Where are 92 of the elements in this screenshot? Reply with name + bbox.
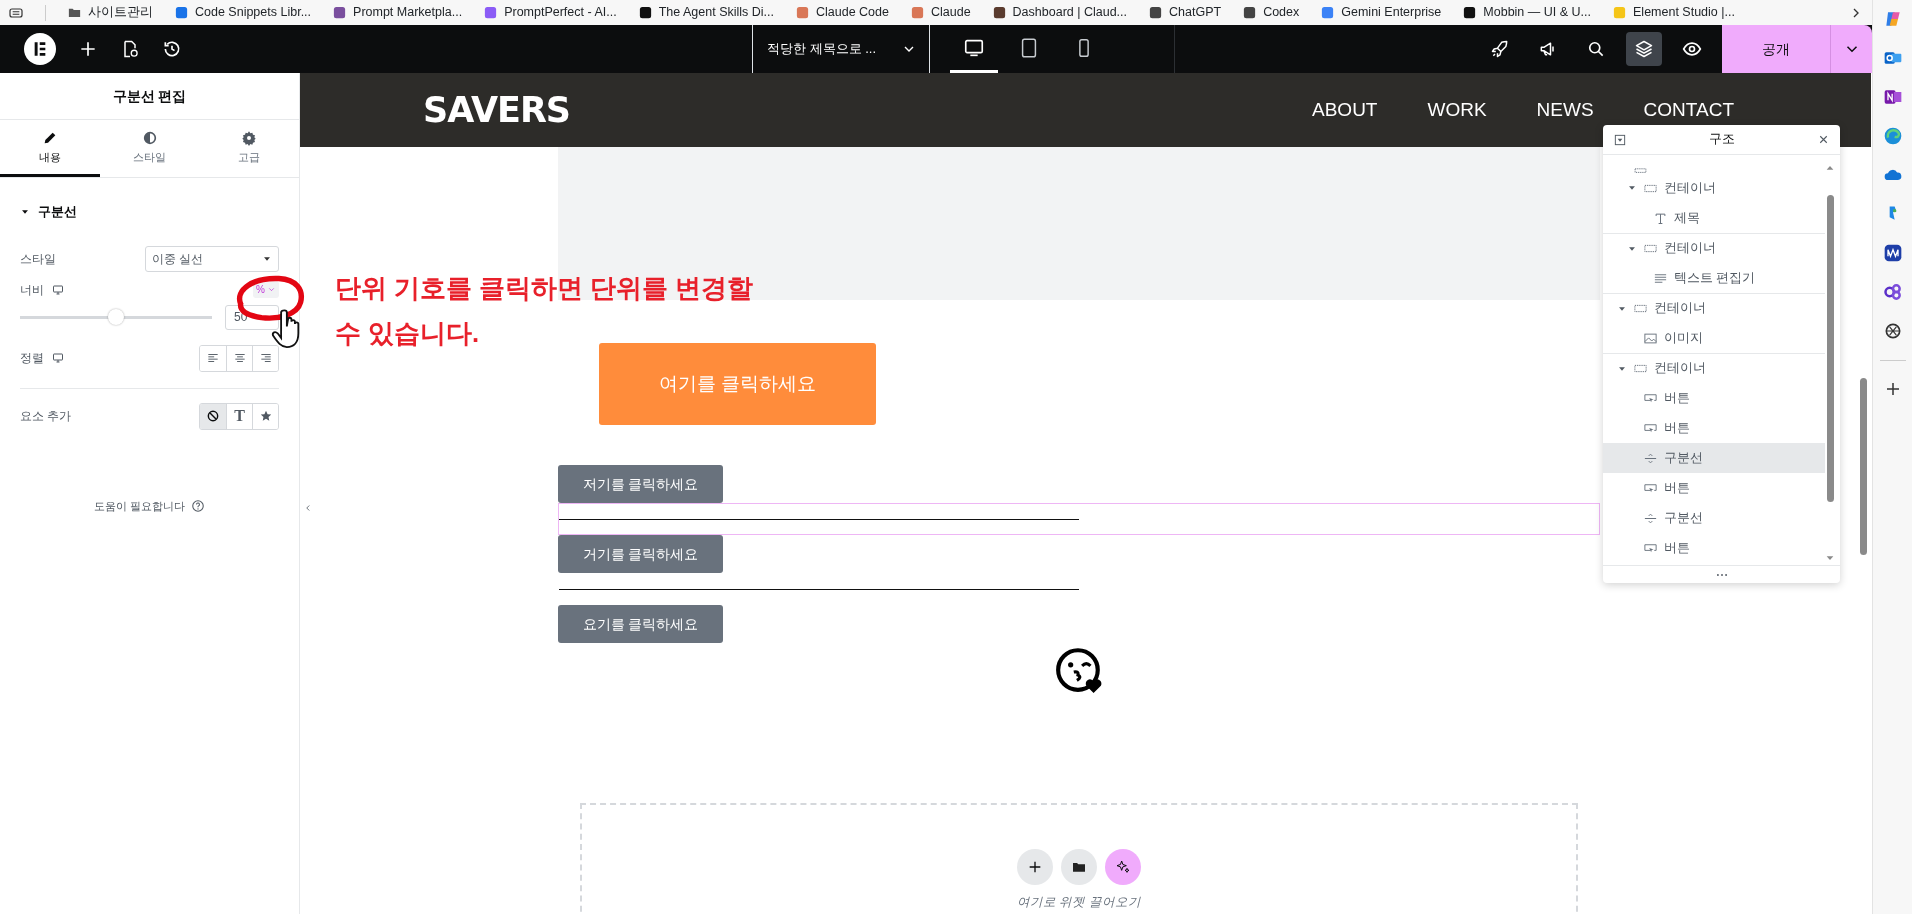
panel-tab[interactable]: 고급 [199,120,299,177]
slider-thumb[interactable] [108,309,124,325]
star-icon [258,409,273,423]
align-right-icon [258,351,273,365]
container-icon [1633,167,1648,173]
half-circle-icon [141,130,158,147]
nav-link[interactable]: NEWS [1536,95,1594,125]
scrollbar[interactable] [1860,378,1867,555]
template-folder-button[interactable] [1061,849,1097,885]
layer-item[interactable]: 버튼 [1603,533,1825,563]
scrollbar[interactable] [1827,195,1834,502]
style-select[interactable]: 이중 실선 [145,245,279,272]
wave-app-icon[interactable] [1882,243,1903,263]
nav-link[interactable]: CONTACT [1643,95,1734,125]
field-label: 요소 추가 [20,408,72,425]
page-button[interactable]: 저기를 클릭하세요 [558,465,723,503]
layer-item[interactable]: 컨테이너 [1603,293,1825,323]
scroll-down-icon[interactable] [1825,553,1835,563]
bookmark[interactable]: Prompt Marketpla... [332,3,463,22]
layers-icon [1634,39,1654,59]
bookmark[interactable]: PromptPerfect - AI... [483,3,617,22]
layer-item[interactable]: 컨테이너 [1603,233,1825,263]
bookmark[interactable]: Gemini Enterprise [1320,3,1442,22]
section-header[interactable]: 구분선 [20,202,279,222]
collapse-icon[interactable] [1613,132,1627,147]
page-button[interactable]: 요기를 클릭하세요 [558,605,723,643]
browser-app-icon[interactable] [1882,126,1903,146]
layer-item[interactable]: 컨테이너 [1603,173,1825,203]
monitor-icon[interactable] [52,283,64,296]
logo-icon[interactable] [24,33,56,65]
add-button[interactable] [1017,849,1053,885]
image-icon [1643,330,1658,346]
layer-item[interactable]: 구분선 [1603,443,1825,473]
layer-item[interactable]: 구분선 [1603,503,1825,533]
layer-item[interactable]: 텍스트 편집기 [1603,263,1825,293]
search-icon [1586,39,1606,59]
monitor-icon[interactable] [52,352,64,364]
nav-link[interactable]: WORK [1427,95,1487,125]
align-button[interactable] [252,345,278,371]
ai-button[interactable] [1105,849,1141,885]
field-label: 너비 [20,281,44,299]
help-icon[interactable] [191,498,206,513]
settings-icon [241,130,258,147]
layer-item[interactable]: 제목 [1603,203,1825,233]
plus-icon [1027,859,1043,875]
ban-icon [206,409,220,423]
align-center-icon [232,351,247,365]
heading-icon [1653,210,1668,226]
add-icon[interactable] [78,39,98,59]
panel-tab[interactable]: 스타일 [99,120,200,177]
align-left-icon [206,351,220,365]
panel-tab[interactable]: 내용 [0,120,100,177]
nav-link[interactable]: ABOUT [1312,95,1378,125]
toolbar-button[interactable] [1626,32,1662,66]
kissing-face-icon [1054,645,1104,695]
rocket-icon [1490,39,1510,59]
scroll-up-icon[interactable] [1825,163,1835,173]
bookmark[interactable]: Dashboard | Claud... [991,3,1128,22]
option-button[interactable] [252,403,278,429]
page-button[interactable]: 거기를 클릭하세요 [558,535,723,573]
layer-item[interactable]: 버튼 [1603,383,1825,413]
layer-item[interactable]: 버튼 [1603,413,1825,443]
option-button[interactable] [200,403,226,429]
divider-line[interactable] [559,588,1079,590]
site-logo[interactable]: SAVERS [423,83,571,137]
publish-button[interactable]: 공개 [1722,25,1830,73]
help-link[interactable]: 도움이 필요합니다 [93,497,186,514]
close-icon[interactable] [1817,133,1830,146]
bookmark[interactable]: Element Studio |... [1612,3,1735,22]
bookmark[interactable]: Codex [1242,3,1300,22]
eye-icon [1682,39,1702,59]
field-label: 정렬 [20,350,44,367]
bookmark[interactable]: The Agent Skills Di... [637,3,774,22]
rings-app-icon[interactable] [1882,282,1903,302]
bookmark[interactable]: ChatGPT [1148,3,1222,22]
divider-line[interactable] [559,518,1079,520]
field-label: 스타일 [20,250,56,268]
bookmark[interactable]: Claude [909,3,971,22]
drop-hint: 여기로 위젯 끌어오기 [1017,894,1141,911]
layer-item[interactable]: 이미지 [1603,323,1825,353]
bookmark[interactable]: Claude Code [795,3,889,22]
panel-title: 구분선 편집 [112,86,187,106]
layer-item[interactable]: 컨테이너 [1603,353,1825,383]
sparkles-icon [1115,859,1131,875]
notebook-app-icon[interactable] [1882,87,1903,107]
bookmark[interactable]: Mobbin — UI & U... [1462,3,1591,22]
chevron-down-icon [267,285,276,294]
layer-item[interactable]: 버튼 [1603,473,1825,503]
bookmark[interactable]: Code Snippets Libr... [174,3,312,22]
history-icon[interactable] [162,39,182,59]
bookmark[interactable]: 사이트관리 [67,3,153,22]
panel-title: 구조 [1709,131,1735,149]
